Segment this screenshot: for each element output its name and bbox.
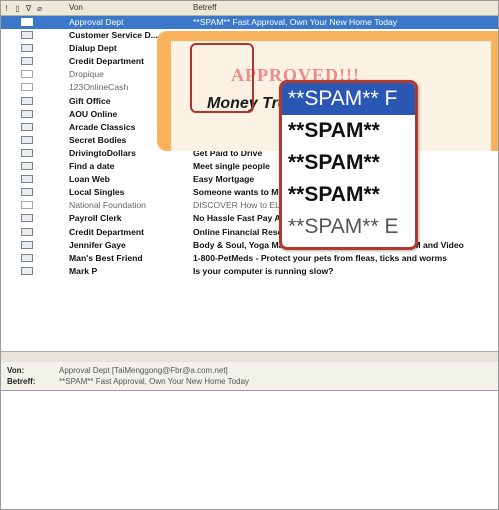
flag-column-icon[interactable]: ∇ xyxy=(23,4,34,13)
envelope-icon xyxy=(21,175,33,184)
message-row[interactable]: Local Singles Someone wants to Meet YOU! xyxy=(1,186,498,199)
zoom-line: **SPAM** xyxy=(288,119,380,142)
priority-column-icon[interactable]: ! xyxy=(1,4,12,13)
zoom-line: **SPAM** E xyxy=(288,215,399,238)
message-subject: Is your computer is running slow? xyxy=(193,265,334,276)
message-subject: **SPAM** Fast Approval, Own Your New Hom… xyxy=(193,17,398,27)
envelope-icon xyxy=(21,266,33,275)
envelope-icon xyxy=(21,214,33,223)
message-row[interactable]: Approval Dept **SPAM** Fast Approval, Own… xyxy=(1,16,498,30)
message-from: National Foundation xyxy=(69,200,146,211)
envelope-icon xyxy=(21,227,33,236)
spam-tag-highlight xyxy=(190,43,254,113)
envelope-icon xyxy=(21,188,33,197)
message-row[interactable]: Find a date Meet single people xyxy=(1,160,498,173)
message-row[interactable]: Mark P Is your computer is running slow? xyxy=(1,265,498,278)
message-list-header: ! ▯ ∇ ⌀ Von Betreff xyxy=(1,1,498,16)
message-from: Loan Web xyxy=(69,174,110,185)
subject-column-header[interactable]: Betreff xyxy=(193,3,216,12)
zoom-line: **SPAM** xyxy=(288,151,380,174)
message-row[interactable]: Jennifer GayeBody & Soul, Yoga Mat, Stre… xyxy=(1,239,498,252)
message-from: Find a date xyxy=(69,161,115,172)
message-from: Jennifer Gaye xyxy=(69,239,126,250)
envelope-icon xyxy=(21,44,33,53)
message-row[interactable]: Payroll Clerk No Hassle Fast Pay Advance! xyxy=(1,212,498,225)
attachment-column-icon[interactable]: ▯ xyxy=(12,4,23,13)
message-row[interactable]: Loan Web Easy Mortgage xyxy=(1,173,498,186)
envelope-open-icon xyxy=(21,70,33,79)
message-row[interactable]: Credit Department Online Financial Resour… xyxy=(1,226,498,239)
message-from: Credit Department xyxy=(69,226,144,237)
message-from: Mark P xyxy=(69,265,98,276)
zoom-line: **SPAM** xyxy=(288,183,380,206)
preview-header: Von: Approval Dept [TaiMenggong@Fbr@a.co… xyxy=(1,362,498,391)
zoom-line-selected: **SPAM** F xyxy=(282,83,415,115)
envelope-icon xyxy=(21,31,33,40)
mail-client-window: ! ▯ ∇ ⌀ Von Betreff Approval Dept **SPAM*… xyxy=(0,0,499,510)
subject-value: **SPAM** Fast Approval, Own Your New Hom… xyxy=(59,377,250,386)
status-column-icon[interactable]: ⌀ xyxy=(34,4,45,13)
from-value: Approval Dept [TaiMenggong@Fbr@a.com.net… xyxy=(59,366,228,375)
subject-label: Betreff: xyxy=(7,377,36,386)
from-label: Von: xyxy=(7,366,25,375)
envelope-icon xyxy=(21,122,33,131)
envelope-icon xyxy=(21,162,33,171)
envelope-open-icon xyxy=(21,201,33,210)
message-from: Man's Best Friend xyxy=(69,252,143,263)
envelope-icon xyxy=(21,253,33,262)
envelope-icon xyxy=(21,96,33,105)
message-row[interactable]: Man's Best Friend 1-800-PetMeds - Protect… xyxy=(1,252,498,265)
from-column-header[interactable]: Von xyxy=(69,3,83,12)
envelope-open-icon xyxy=(21,18,33,26)
message-subject: 1-800-PetMeds - Protect your pets from f… xyxy=(193,252,448,263)
message-from: Payroll Clerk xyxy=(69,213,122,224)
envelope-icon xyxy=(21,135,33,144)
envelope-icon xyxy=(21,148,33,157)
message-from: Local Singles xyxy=(69,187,125,198)
envelope-icon xyxy=(21,240,33,249)
envelope-open-icon xyxy=(21,83,33,92)
envelope-icon xyxy=(21,109,33,118)
spam-tag-zoom-callout: **SPAM** F **SPAM** **SPAM** **SPAM** **… xyxy=(279,80,418,250)
envelope-icon xyxy=(21,57,33,66)
message-from: Approval Dept xyxy=(69,17,124,27)
preview-pane xyxy=(1,391,498,509)
message-row[interactable]: National FoundationDISCOVER How to ELIMI… xyxy=(1,199,498,212)
